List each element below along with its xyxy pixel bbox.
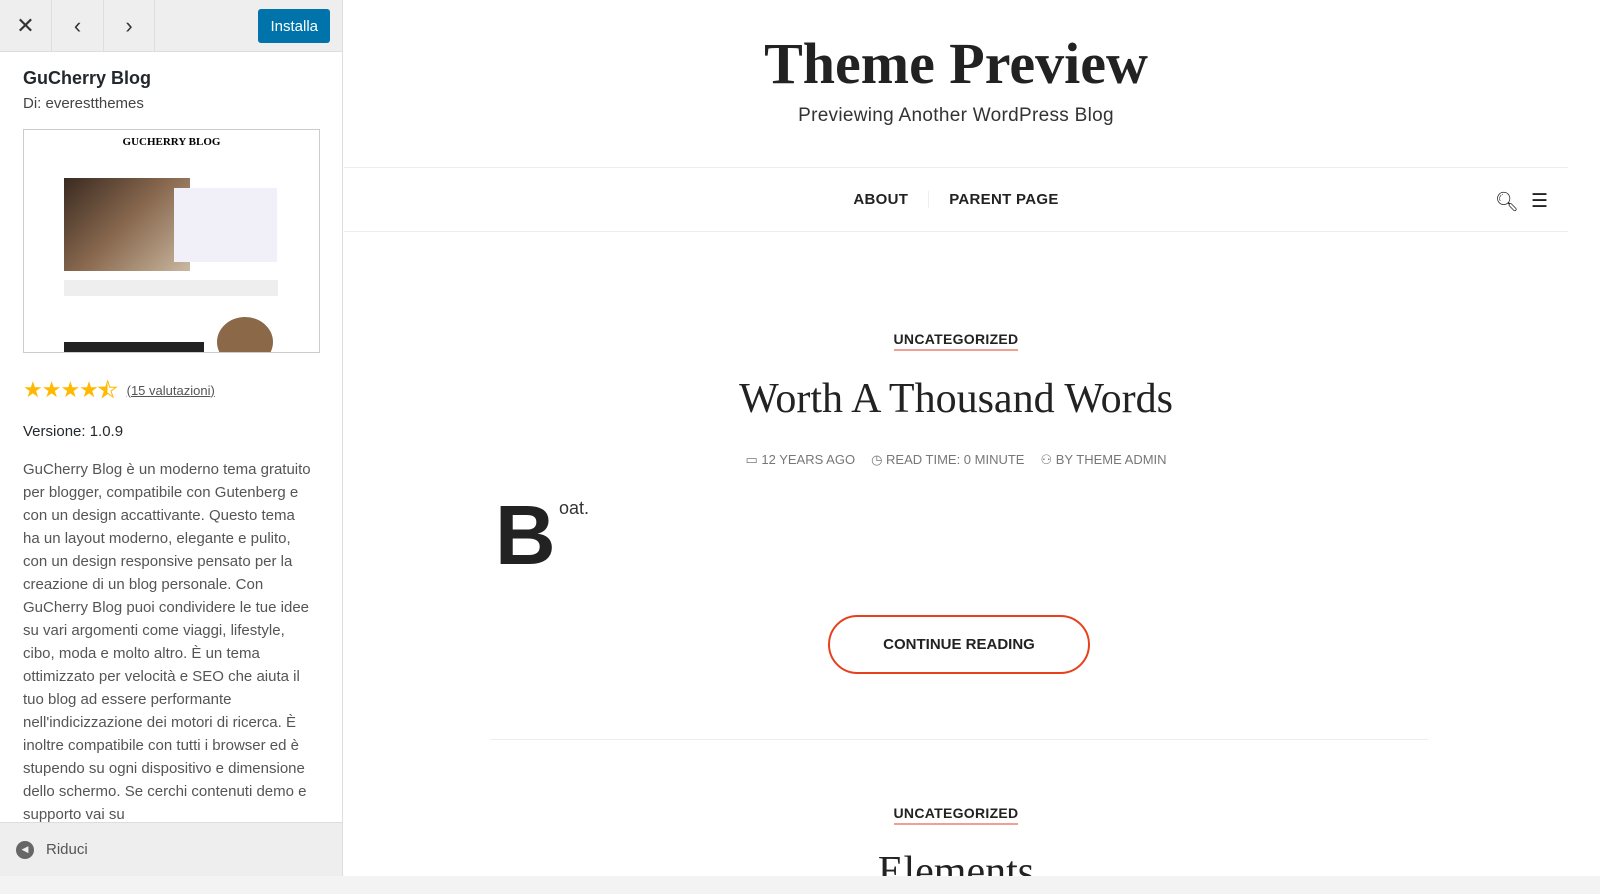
- thumbnail-ad: [64, 280, 278, 296]
- user-icon: ⚇: [1040, 452, 1056, 467]
- collapse-arrow-icon: ◀: [16, 840, 34, 859]
- post-date: 12 YEARS AGO: [761, 452, 856, 467]
- nav-item-parent-page[interactable]: PARENT PAGE: [928, 191, 1078, 208]
- theme-author: Di: everestthemes: [23, 95, 144, 112]
- theme-name: GuCherry Blog: [23, 68, 152, 88]
- install-button[interactable]: Installa: [258, 9, 330, 43]
- post-author[interactable]: BY THEME ADMIN: [1056, 452, 1167, 467]
- theme-screenshot: GUCHERRY BLOG: [23, 129, 320, 353]
- theme-description: GuCherry Blog è un moderno tema gratuito…: [23, 461, 311, 823]
- post-title[interactable]: Elements: [344, 848, 1568, 876]
- collapse-label: Riduci: [46, 841, 88, 858]
- search-icon[interactable]: 🔍︎: [1495, 190, 1519, 214]
- horizontal-scrollbar[interactable]: [0, 876, 1600, 894]
- next-theme-button[interactable]: ›: [104, 0, 155, 51]
- continue-reading-button[interactable]: CONTINUE READING: [828, 615, 1090, 674]
- thumbnail-image: [64, 342, 204, 352]
- previous-theme-button[interactable]: ‹: [52, 0, 104, 51]
- thumbnail-avatar: [217, 317, 273, 352]
- main-navigation: ABOUT PARENT PAGE 🔍︎ ☰: [344, 167, 1568, 232]
- post-category[interactable]: UNCATEGORIZED: [893, 805, 1019, 825]
- rating-count-link[interactable]: (15 valutazioni): [127, 383, 215, 398]
- calendar-icon: ▭: [745, 452, 762, 467]
- post-title[interactable]: Worth A Thousand Words: [344, 375, 1568, 423]
- clock-icon: ◷: [871, 452, 887, 467]
- sidebar-toolbar: ✕ ‹ › Installa: [0, 0, 342, 52]
- post-divider: [490, 739, 1428, 740]
- theme-version: Versione: 1.0.9: [23, 423, 124, 440]
- star-rating-icon: ★★★★★: [23, 377, 118, 403]
- menu-icon[interactable]: ☰: [1531, 190, 1548, 214]
- theme-preview-frame: Theme Preview Previewing Another WordPre…: [344, 0, 1568, 876]
- chevron-left-icon: ‹: [73, 12, 82, 38]
- close-button[interactable]: ✕: [0, 0, 52, 51]
- post-meta: ▭ 12 YEARS AGO ◷ READ TIME: 0 MINUTE ⚇ B…: [344, 452, 1568, 468]
- chevron-right-icon: ›: [125, 12, 133, 38]
- close-icon: ✕: [16, 12, 35, 38]
- thumbnail-logo: GUCHERRY BLOG: [122, 136, 221, 148]
- site-tagline: Previewing Another WordPress Blog: [798, 105, 1114, 126]
- post-excerpt: oat.: [559, 498, 590, 518]
- site-title[interactable]: Theme Preview: [344, 30, 1568, 97]
- collapse-sidebar-button[interactable]: ◀ Riduci: [0, 822, 342, 876]
- post-dropcap: B: [495, 488, 556, 582]
- post-read-time: READ TIME: 0 MINUTE: [886, 452, 1025, 467]
- thumbnail-hero-image: [64, 178, 190, 271]
- thumbnail-card: [174, 188, 277, 262]
- post-category[interactable]: UNCATEGORIZED: [893, 331, 1019, 351]
- rating: ★★★★★ (15 valutazioni): [23, 377, 319, 403]
- theme-details-sidebar: ✕ ‹ › Installa GuCherry Blog Di: everest…: [0, 0, 343, 876]
- nav-item-about[interactable]: ABOUT: [833, 191, 928, 208]
